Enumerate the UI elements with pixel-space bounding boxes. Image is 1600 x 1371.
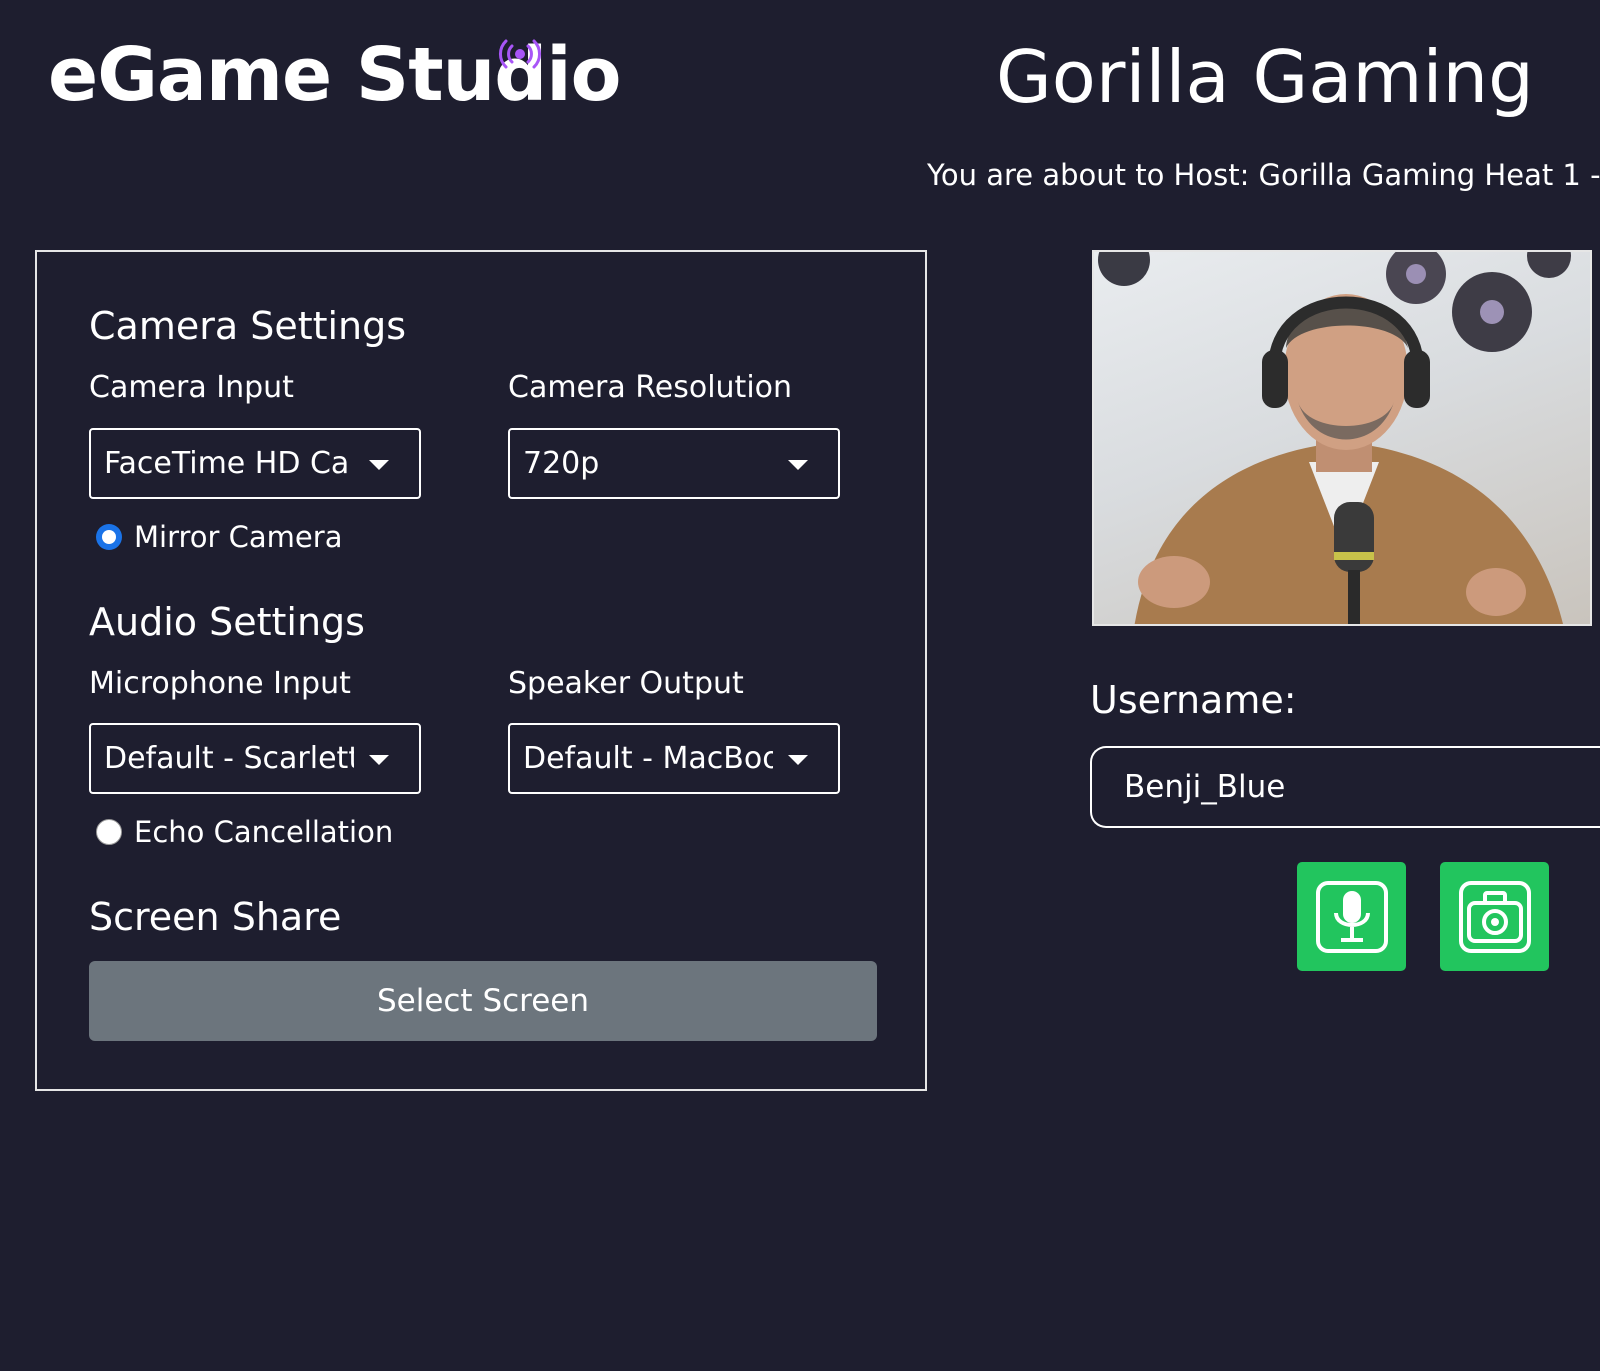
screen-share-title: Screen Share: [89, 895, 342, 939]
mirror-camera-label: Mirror Camera: [134, 520, 343, 554]
speaker-output-label: Speaker Output: [508, 666, 744, 701]
camera-input-label: Camera Input: [89, 370, 294, 405]
microphone-input-label: Microphone Input: [89, 666, 351, 701]
broadcast-icon: [499, 39, 541, 69]
microphone-icon: [1315, 880, 1388, 953]
camera-input-select[interactable]: FaceTime HD Ca: [89, 428, 421, 499]
chevron-down-icon: [369, 755, 389, 765]
camera-resolution-label: Camera Resolution: [508, 370, 793, 405]
echo-cancellation-radio[interactable]: [96, 819, 122, 845]
chevron-down-icon: [369, 460, 389, 470]
camera-resolution-select[interactable]: 720p: [508, 428, 840, 499]
host-notice: You are about to Host: Gorilla Gaming He…: [927, 158, 1600, 192]
mirror-camera-radio[interactable]: [96, 524, 122, 550]
camera-toggle-button[interactable]: [1440, 862, 1549, 971]
speaker-output-select[interactable]: Default - MacBoo: [508, 723, 840, 794]
microphone-input-value: Default - Scarlett: [104, 741, 354, 776]
mirror-camera-option[interactable]: Mirror Camera: [96, 520, 342, 554]
audio-settings-title: Audio Settings: [89, 600, 365, 644]
username-label: Username:: [1090, 678, 1297, 722]
camera-feed-image: [1098, 252, 1571, 624]
camera-settings-title: Camera Settings: [89, 304, 407, 348]
chevron-down-icon: [788, 460, 808, 470]
camera-icon: [1458, 880, 1531, 953]
chevron-down-icon: [788, 755, 808, 765]
microphone-toggle-button[interactable]: [1297, 862, 1406, 971]
settings-panel: Camera Settings Camera Input Camera Reso…: [35, 250, 927, 1091]
speaker-output-value: Default - MacBoo: [523, 741, 773, 776]
event-title: Gorilla Gaming: [996, 35, 1534, 119]
camera-input-value: FaceTime HD Ca: [104, 446, 350, 481]
microphone-input-select[interactable]: Default - Scarlett: [89, 723, 421, 794]
camera-resolution-value: 720p: [523, 446, 600, 481]
echo-cancellation-option[interactable]: Echo Cancellation: [96, 815, 393, 849]
camera-preview: [1092, 250, 1592, 626]
echo-cancellation-label: Echo Cancellation: [134, 815, 394, 849]
select-screen-button[interactable]: Select Screen: [89, 961, 877, 1041]
username-input[interactable]: [1090, 746, 1600, 828]
